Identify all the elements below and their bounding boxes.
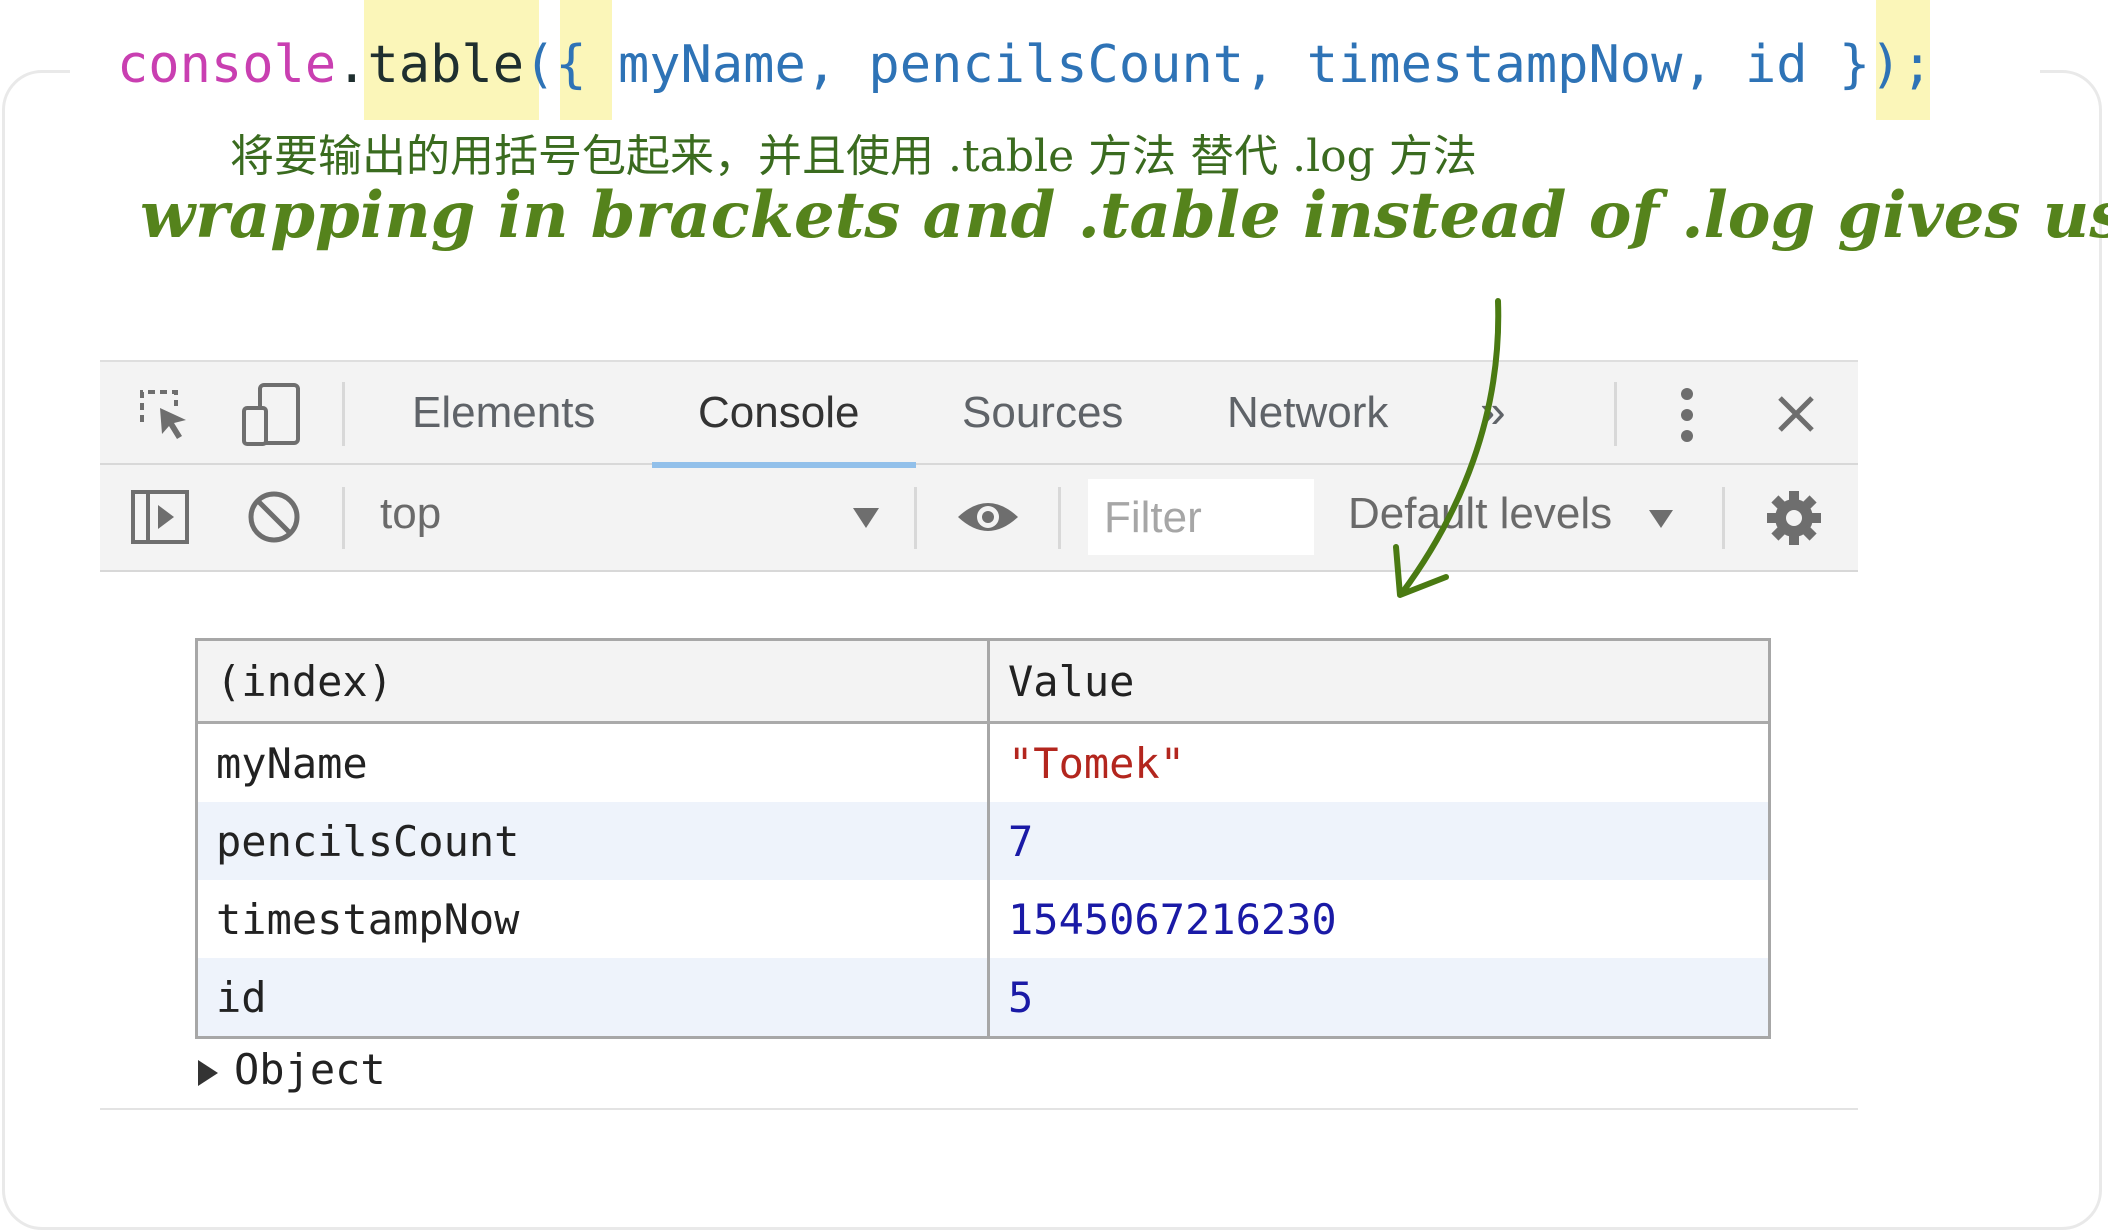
tab-console[interactable]: Console [698, 388, 859, 438]
filter-input[interactable]: Filter [1088, 479, 1314, 555]
column-divider [987, 802, 990, 880]
header-value[interactable]: Value [1008, 641, 1134, 721]
toolbar-separator-4 [1722, 487, 1725, 549]
row-index: myName [216, 738, 368, 788]
code-token-console: console [117, 35, 337, 95]
tabbar-separator-2 [1614, 382, 1617, 446]
row-value: 7 [1008, 816, 1034, 866]
kebab-menu-icon[interactable] [1680, 386, 1694, 444]
tab-sources[interactable]: Sources [962, 388, 1123, 438]
levels-dropdown-arrow-icon[interactable] [1648, 509, 1674, 529]
code-token-close-paren: ); [1870, 35, 1933, 95]
tabbar-separator [342, 382, 345, 446]
row-index: pencilsCount [216, 816, 520, 866]
code-token-open-brace: { [555, 35, 587, 95]
table-row: pencilsCount 7 [198, 802, 1768, 880]
column-divider [987, 724, 990, 802]
console-divider [100, 1108, 1858, 1110]
english-annotation: wrapping in brackets and .table instead … [140, 178, 2108, 253]
toolbar-separator-3 [1058, 487, 1061, 549]
row-index: id [216, 972, 267, 1022]
console-table: (index) Value myName "Tomek" pencilsCoun… [195, 638, 1771, 1039]
table-row: myName "Tomek" [198, 724, 1768, 802]
object-label: Object [234, 1045, 386, 1094]
table-header-row: (index) Value [198, 641, 1768, 724]
devtools-panel: Elements Console Sources Network » top F… [100, 360, 1858, 572]
sidebar-toggle-icon[interactable] [130, 489, 190, 545]
devtools-tabbar: Elements Console Sources Network » [100, 360, 1858, 468]
device-toolbar-icon[interactable] [240, 382, 304, 448]
code-token-args: myName, pencilsCount, timestampNow, id [586, 35, 1839, 95]
filter-placeholder: Filter [1104, 493, 1202, 542]
toolbar-separator-2 [914, 487, 917, 549]
tab-elements[interactable]: Elements [412, 388, 595, 438]
object-expander[interactable]: Object [198, 1045, 386, 1094]
context-selector[interactable]: top [380, 489, 441, 539]
table-row: timestampNow 1545067216230 [198, 880, 1768, 958]
column-divider [987, 641, 990, 721]
column-divider [987, 958, 990, 1036]
close-icon[interactable] [1776, 394, 1816, 434]
code-token-close-brace: } [1838, 35, 1871, 95]
dropdown-arrow-icon[interactable] [852, 507, 880, 529]
table-row: id 5 [198, 958, 1768, 1036]
console-toolbar: top Filter Default levels [100, 465, 1858, 572]
tab-network[interactable]: Network [1227, 388, 1388, 438]
row-value: "Tomek" [1008, 738, 1186, 788]
row-value: 1545067216230 [1008, 894, 1337, 944]
inspect-element-icon[interactable] [136, 386, 192, 442]
code-token-dot: . [336, 35, 368, 95]
settings-gear-icon[interactable] [1765, 489, 1823, 547]
pointer-arrow-icon [1393, 298, 1502, 598]
toolbar-separator [342, 487, 345, 549]
row-value: 5 [1008, 972, 1034, 1022]
clear-console-icon[interactable] [246, 489, 302, 545]
code-token-open-paren: ( [524, 35, 556, 95]
code-snippet: console.table({ myName, pencilsCount, ti… [117, 30, 1933, 100]
column-divider [987, 880, 990, 958]
row-index: timestampNow [216, 894, 520, 944]
eye-icon[interactable] [956, 495, 1020, 539]
header-index[interactable]: (index) [216, 641, 393, 721]
code-token-table: table [367, 35, 525, 95]
expand-triangle-icon[interactable] [198, 1059, 218, 1086]
chinese-annotation: 将要输出的用括号包起来，并且使用 .table 方法 替代 .log 方法 [230, 131, 1477, 182]
